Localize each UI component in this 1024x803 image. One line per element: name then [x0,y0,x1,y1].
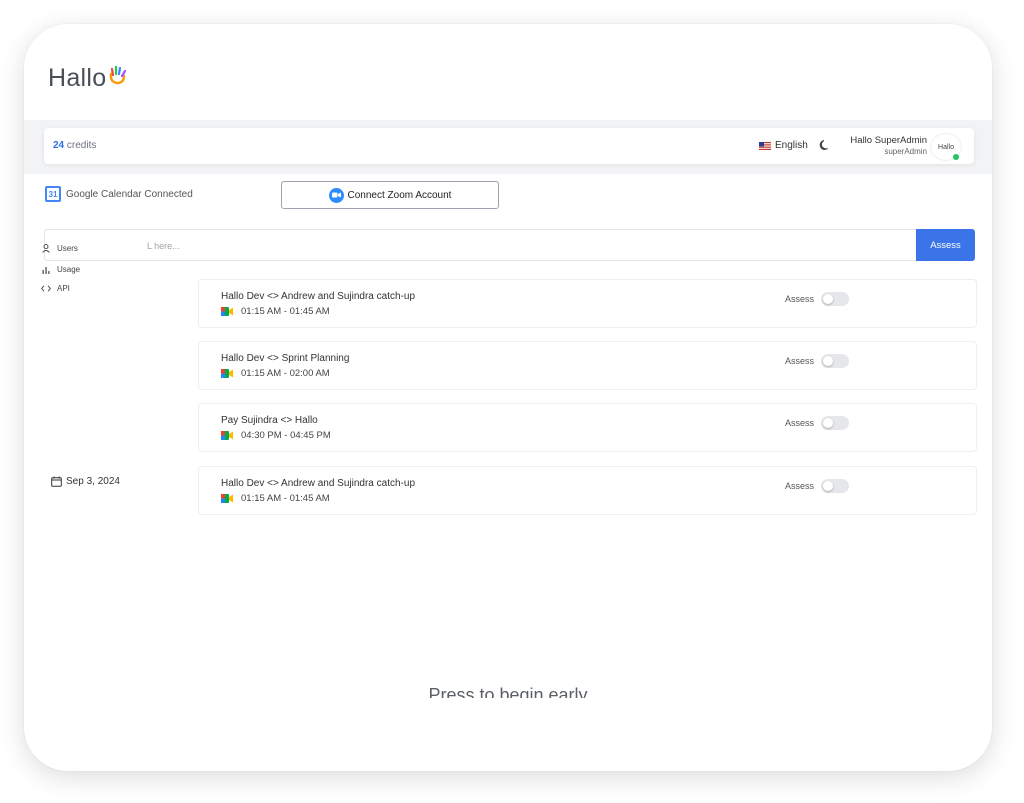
sidebar-item-users[interactable]: Users [40,244,78,253]
sidebar-item-api[interactable]: API [40,284,70,293]
meeting-time: 01:15 AM - 01:45 AM [221,493,330,504]
us-flag-icon [759,141,771,150]
meeting-time: 01:15 AM - 01:45 AM [221,306,330,317]
language-label: English [775,140,808,151]
google-calendar-label: Google Calendar Connected [66,188,193,200]
user-name: Hallo SuperAdmin [850,135,927,146]
meeting-time-text: 01:15 AM - 01:45 AM [241,493,330,504]
user-role: superAdmin [884,147,927,156]
assess-toggle[interactable] [821,416,849,430]
calendar-icon [51,476,62,487]
sidebar-item-label: API [57,284,70,293]
code-icon [40,285,52,292]
meeting-title: Pay Sujindra <> Hallo [221,415,318,426]
online-status-dot [953,154,959,160]
zoom-icon [328,187,344,203]
google-meet-icon [221,431,233,440]
meeting-title: Hallo Dev <> Andrew and Sujindra catch-u… [221,291,416,302]
meeting-time-text: 01:15 AM - 02:00 AM [241,368,330,379]
search-bar [44,229,916,262]
bar-chart-icon [40,266,52,274]
search-input[interactable] [145,230,909,262]
credits-count: 24 [53,140,65,151]
assess-button[interactable]: Assess [916,229,975,261]
meeting-card[interactable]: Hallo Dev <> Andrew and Sujindra catch-u… [198,466,977,515]
app-window: Hallo 24 credits English Hallo SuperAdmi… [24,24,992,771]
top-bar: 24 credits English Hallo SuperAdmin supe… [44,128,974,164]
meeting-title: Hallo Dev <> Andrew and Sujindra catch-u… [221,478,416,489]
assess-toggle[interactable] [821,479,849,493]
assess-toggle-label: Assess [785,294,815,304]
meeting-time-text: 04:30 PM - 04:45 PM [241,430,331,441]
meeting-time-text: 01:15 AM - 01:45 AM [241,306,330,317]
press-to-begin-text: Press to begin early [428,685,588,698]
google-meet-icon [221,307,233,316]
date-label: Sep 3, 2024 [51,476,120,487]
user-icon [40,244,52,253]
sidebar-item-usage[interactable]: Usage [40,265,80,274]
meeting-card[interactable]: Pay Sujindra <> Hallo 04:30 PM - 04:45 P… [198,403,977,452]
logo-text: Hallo [48,64,107,92]
hallo-logo[interactable]: Hallo [48,64,129,93]
waving-hand-icon [110,65,127,84]
meeting-card[interactable]: Hallo Dev <> Sprint Planning 01:15 AM - … [198,341,977,390]
google-calendar-status: 31 Google Calendar Connected [45,186,193,202]
assess-toggle-label: Assess [785,356,815,366]
language-selector[interactable]: English [759,140,808,151]
date-text: Sep 3, 2024 [66,476,120,487]
meeting-time: 04:30 PM - 04:45 PM [221,430,331,441]
credits-label: credits [66,140,97,151]
meeting-time: 01:15 AM - 02:00 AM [221,368,330,379]
assess-toggle-label: Assess [785,418,815,428]
assess-toggle-label: Assess [785,481,815,491]
sidebar-item-label: Users [57,244,78,253]
sidebar-item-label: Usage [57,265,81,274]
meeting-title: Hallo Dev <> Sprint Planning [221,353,350,364]
connect-zoom-label: Connect Zoom Account [347,189,452,201]
google-calendar-icon: 31 [45,186,61,202]
avatar-text: Hallo [938,143,954,151]
assess-toggle[interactable] [821,292,849,306]
assess-toggle[interactable] [821,354,849,368]
connect-zoom-button[interactable]: Connect Zoom Account [281,181,499,209]
google-meet-icon [221,369,233,378]
google-meet-icon [221,494,233,503]
credits-indicator: 24 credits [53,140,96,151]
meeting-card[interactable]: Hallo Dev <> Andrew and Sujindra catch-u… [198,279,977,328]
